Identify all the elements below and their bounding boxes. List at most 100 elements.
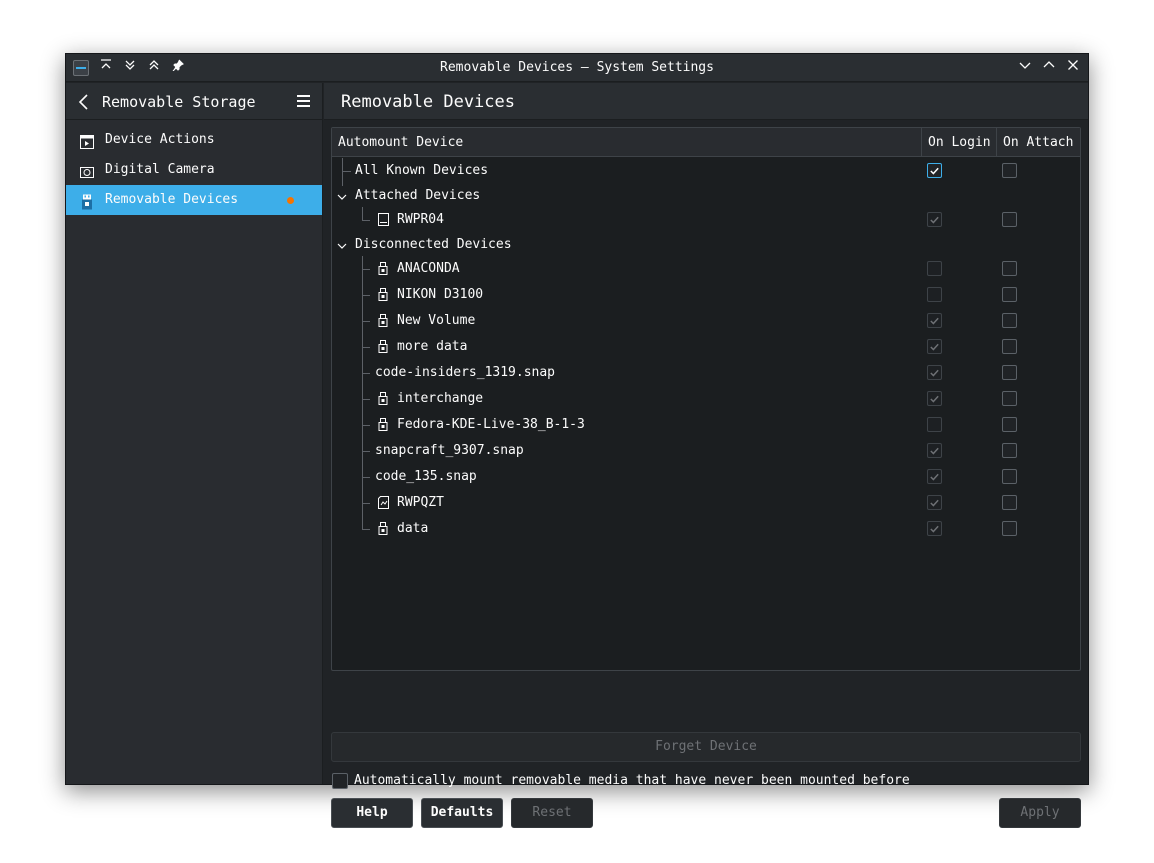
sdcard-icon bbox=[378, 496, 389, 509]
tree-guide-line bbox=[362, 451, 370, 452]
tree-row[interactable]: New Volume bbox=[332, 308, 1080, 334]
tree-item-label: interchange bbox=[397, 391, 484, 406]
on-login-checkbox[interactable] bbox=[927, 417, 942, 432]
main-header: Removable Devices bbox=[324, 83, 1088, 120]
tree-guide-line bbox=[362, 529, 370, 530]
sidebar-title: Removable Storage bbox=[102, 93, 256, 111]
tree-row[interactable]: data bbox=[332, 516, 1080, 542]
usb-drive-icon bbox=[79, 192, 95, 210]
on-attach-checkbox[interactable] bbox=[1002, 495, 1017, 510]
on-attach-checkbox[interactable] bbox=[1002, 212, 1017, 227]
auto-mount-checkbox[interactable] bbox=[332, 773, 348, 789]
on-login-checkbox[interactable] bbox=[927, 521, 942, 536]
on-attach-checkbox[interactable] bbox=[1002, 521, 1017, 536]
forget-device-button[interactable]: Forget Device bbox=[331, 732, 1081, 762]
on-attach-checkbox[interactable] bbox=[1002, 469, 1017, 484]
tree-item-label: Attached Devices bbox=[355, 188, 481, 203]
tree-guide-line bbox=[362, 425, 370, 426]
tree-row[interactable]: more data bbox=[332, 334, 1080, 360]
back-arrow-icon[interactable] bbox=[78, 93, 92, 111]
minimize-icon[interactable] bbox=[1016, 59, 1034, 77]
tree-guide-line bbox=[362, 347, 370, 348]
tree-guide-line bbox=[362, 399, 370, 400]
play-box-icon bbox=[79, 132, 95, 149]
tree-item-label: data bbox=[397, 521, 429, 536]
tree-group-row[interactable]: Disconnected Devices bbox=[332, 232, 1080, 258]
tree-row[interactable]: All Known Devices bbox=[332, 158, 1080, 184]
close-icon[interactable] bbox=[1064, 59, 1082, 77]
tree-item-label: Disconnected Devices bbox=[355, 237, 512, 252]
on-login-checkbox[interactable] bbox=[927, 443, 942, 458]
tree-item-label: ANACONDA bbox=[397, 261, 460, 276]
tree-guide-line bbox=[342, 171, 351, 172]
tree-row[interactable]: snapcraft_9307.snap bbox=[332, 438, 1080, 464]
chevron-down-icon[interactable] bbox=[337, 240, 347, 250]
sidebar-item-label: Digital Camera bbox=[105, 162, 215, 177]
tree-row[interactable]: interchange bbox=[332, 386, 1080, 412]
tree-item-label: All Known Devices bbox=[355, 163, 489, 178]
settings-window: Removable Devices — System Settings Remo… bbox=[65, 53, 1089, 828]
column-header-on-attach[interactable]: On Attach bbox=[997, 128, 1080, 157]
tree-row[interactable]: code_135.snap bbox=[332, 464, 1080, 490]
on-login-checkbox[interactable] bbox=[927, 313, 942, 328]
usb-icon bbox=[378, 340, 388, 353]
page-title: Removable Devices bbox=[341, 92, 515, 112]
on-login-checkbox[interactable] bbox=[927, 212, 942, 227]
on-login-checkbox[interactable] bbox=[927, 469, 942, 484]
title-bar[interactable]: Removable Devices — System Settings bbox=[66, 54, 1088, 82]
sidebar-item-device-actions[interactable]: Device Actions bbox=[66, 125, 322, 155]
on-login-checkbox[interactable] bbox=[927, 365, 942, 380]
tree-guide-line bbox=[362, 295, 370, 296]
on-login-checkbox[interactable] bbox=[927, 163, 942, 178]
on-attach-checkbox[interactable] bbox=[1002, 261, 1017, 276]
on-attach-checkbox[interactable] bbox=[1002, 313, 1017, 328]
on-attach-checkbox[interactable] bbox=[1002, 163, 1017, 178]
column-header-on-login[interactable]: On Login bbox=[922, 128, 997, 157]
tree-row[interactable]: Fedora-KDE-Live-38_B-1-3 bbox=[332, 412, 1080, 438]
automount-device-tree[interactable]: Automount Device On Login On Attach All … bbox=[331, 127, 1081, 671]
on-login-checkbox[interactable] bbox=[927, 261, 942, 276]
tree-row[interactable]: RWPQZT bbox=[332, 490, 1080, 516]
tree-guide-line bbox=[362, 220, 370, 221]
tree-group-row[interactable]: Attached Devices bbox=[332, 183, 1080, 209]
on-attach-checkbox[interactable] bbox=[1002, 365, 1017, 380]
apply-button[interactable]: Apply bbox=[999, 798, 1081, 828]
tree-guide-line bbox=[342, 184, 343, 186]
window-title: Removable Devices — System Settings bbox=[440, 60, 714, 75]
on-attach-checkbox[interactable] bbox=[1002, 391, 1017, 406]
on-login-checkbox[interactable] bbox=[927, 339, 942, 354]
on-attach-checkbox[interactable] bbox=[1002, 443, 1017, 458]
on-attach-checkbox[interactable] bbox=[1002, 287, 1017, 302]
on-login-checkbox[interactable] bbox=[927, 495, 942, 510]
column-header-automount-device[interactable]: Automount Device bbox=[332, 128, 922, 157]
on-attach-checkbox[interactable] bbox=[1002, 339, 1017, 354]
usb-icon bbox=[378, 392, 388, 405]
tree-guide-line bbox=[362, 321, 370, 322]
on-login-checkbox[interactable] bbox=[927, 391, 942, 406]
chevron-down-icon[interactable] bbox=[337, 191, 347, 201]
tree-guide-line bbox=[362, 269, 370, 270]
help-button[interactable]: Help bbox=[331, 798, 413, 828]
maximize-icon[interactable] bbox=[1040, 59, 1058, 77]
reset-button[interactable]: Reset bbox=[511, 798, 593, 828]
tree-item-label: RWPR04 bbox=[397, 212, 444, 227]
defaults-button[interactable]: Defaults bbox=[421, 798, 503, 828]
hamburger-menu-icon[interactable] bbox=[297, 95, 310, 107]
auto-mount-label: Automatically mount removable media that… bbox=[354, 773, 910, 788]
tree-row[interactable]: RWPR04 bbox=[332, 207, 1080, 233]
tree-row[interactable]: NIKON D3100 bbox=[332, 282, 1080, 308]
tree-guide-line bbox=[362, 477, 370, 478]
sidebar: Removable Storage Device Actions Digital… bbox=[66, 83, 323, 784]
main-panel: Removable Devices Automount Device On Lo… bbox=[324, 83, 1088, 828]
on-login-checkbox[interactable] bbox=[927, 287, 942, 302]
sidebar-item-label: Removable Devices bbox=[105, 192, 239, 207]
sidebar-item-digital-camera[interactable]: Digital Camera bbox=[66, 155, 322, 185]
tree-item-label: RWPQZT bbox=[397, 495, 444, 510]
tree-row[interactable]: code-insiders_1319.snap bbox=[332, 360, 1080, 386]
usb-icon bbox=[378, 314, 388, 327]
sidebar-item-removable-devices[interactable]: Removable Devices bbox=[66, 185, 322, 215]
tree-item-label: New Volume bbox=[397, 313, 476, 328]
tree-row[interactable]: ANACONDA bbox=[332, 256, 1080, 282]
modified-indicator-dot bbox=[287, 197, 294, 204]
on-attach-checkbox[interactable] bbox=[1002, 417, 1017, 432]
